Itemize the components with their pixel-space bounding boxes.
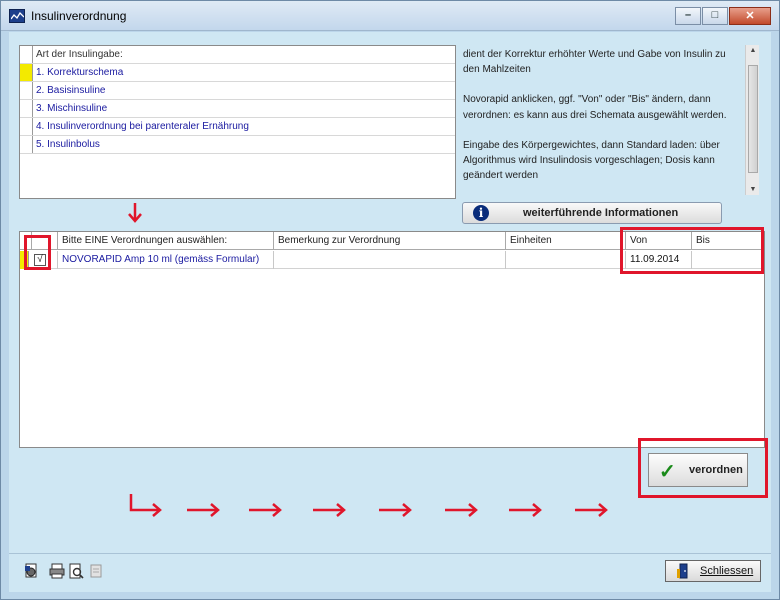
print-preview-icon[interactable] <box>68 563 84 579</box>
maximize-icon: □ <box>711 9 719 21</box>
scroll-up-icon[interactable]: ▲ <box>746 47 760 54</box>
insulin-type-item[interactable]: 3. Mischinsuline <box>20 100 455 118</box>
row-marker <box>20 136 33 153</box>
app-icon <box>9 9 25 23</box>
annotation-arrow-down-icon <box>128 203 142 223</box>
minimize-icon: – <box>684 9 692 21</box>
order-units-cell[interactable] <box>506 251 626 269</box>
checkmark-icon: ✓ <box>659 461 676 483</box>
window-title: Insulinverordnung <box>31 9 127 23</box>
more-info-button[interactable]: i weiterführende Informationen <box>462 202 722 224</box>
column-header[interactable]: Einheiten <box>506 232 626 250</box>
export-icon[interactable] <box>23 563 39 579</box>
more-info-label: weiterführende Informationen <box>523 207 679 219</box>
door-exit-icon <box>677 563 688 579</box>
order-name-cell[interactable]: NOVORAPID Amp 10 ml (gemäss Formular) <box>58 251 274 269</box>
insulin-type-label: 3. Mischinsuline <box>36 103 108 114</box>
close-window-button[interactable]: ✕ <box>729 7 771 25</box>
scroll-down-icon[interactable]: ▼ <box>746 186 760 193</box>
column-header[interactable]: Bitte EINE Verordnungen auswählen: <box>58 232 274 250</box>
description-paragraph: Eingabe des Körpergewichtes, dann Standa… <box>463 139 720 182</box>
title-bar: Insulinverordnung – □ ✕ <box>1 1 779 31</box>
insulin-type-item[interactable]: 4. Insulinverordnung bei parenteraler Er… <box>20 118 455 136</box>
annotation-arrow-path-icon <box>129 494 608 517</box>
description-panel[interactable]: dient der Korrektur erhöhter Werte und G… <box>461 45 759 195</box>
description-text: dient der Korrektur erhöhter Werte und G… <box>463 47 741 198</box>
description-paragraph: Novorapid anklicken, ggf. "Von" oder "Bi… <box>463 94 727 121</box>
document-icon[interactable] <box>88 563 104 579</box>
insulin-type-item[interactable]: 1. Korrekturschema <box>20 64 455 82</box>
order-button-label: verordnen <box>689 464 743 476</box>
column-header[interactable]: Bemerkung zur Verordnung <box>274 232 506 250</box>
client-area: Art der Insulingabe: 1. Korrekturschema … <box>9 32 771 592</box>
insulin-type-list: Art der Insulingabe: 1. Korrekturschema … <box>19 45 456 199</box>
minimize-button[interactable]: – <box>675 7 701 25</box>
window-controls: – □ ✕ <box>674 7 771 25</box>
description-scrollbar[interactable]: ▲ ▼ <box>745 45 759 195</box>
annotation-box-checkbox <box>24 235 51 270</box>
insulin-type-label: 5. Insulinbolus <box>36 139 100 150</box>
close-button[interactable]: Schliessen <box>665 560 761 582</box>
insulin-type-header: Art der Insulingabe: <box>20 46 455 64</box>
insulin-type-item[interactable]: 5. Insulinbolus <box>20 136 455 154</box>
annotation-box-dates <box>620 227 764 274</box>
insulin-type-label: 4. Insulinverordnung bei parenteraler Er… <box>36 121 249 132</box>
order-remark-cell[interactable] <box>274 251 506 269</box>
order-button[interactable]: ✓ verordnen <box>648 453 748 487</box>
insulin-type-header-label: Art der Insulingabe: <box>36 49 123 60</box>
close-button-label: Schliessen <box>700 565 754 577</box>
close-icon: ✕ <box>745 10 755 22</box>
insulin-type-label: 1. Korrekturschema <box>36 67 124 78</box>
description-paragraph: dient der Korrektur erhöhter Werte und G… <box>463 49 726 76</box>
selection-marker <box>20 64 33 81</box>
info-icon: i <box>473 205 489 221</box>
row-marker <box>20 118 33 135</box>
insulin-type-label: 2. Basisinsuline <box>36 85 106 96</box>
main-window: Insulinverordnung – □ ✕ Art der Insuling… <box>0 0 780 600</box>
bottom-toolbar: Schliessen <box>9 553 771 589</box>
scrollbar-thumb[interactable] <box>748 65 758 173</box>
row-marker <box>20 100 33 117</box>
row-marker <box>20 46 33 63</box>
maximize-button[interactable]: □ <box>702 7 728 25</box>
insulin-type-item[interactable]: 2. Basisinsuline <box>20 82 455 100</box>
row-marker <box>20 82 33 99</box>
print-icon[interactable] <box>49 563 65 579</box>
